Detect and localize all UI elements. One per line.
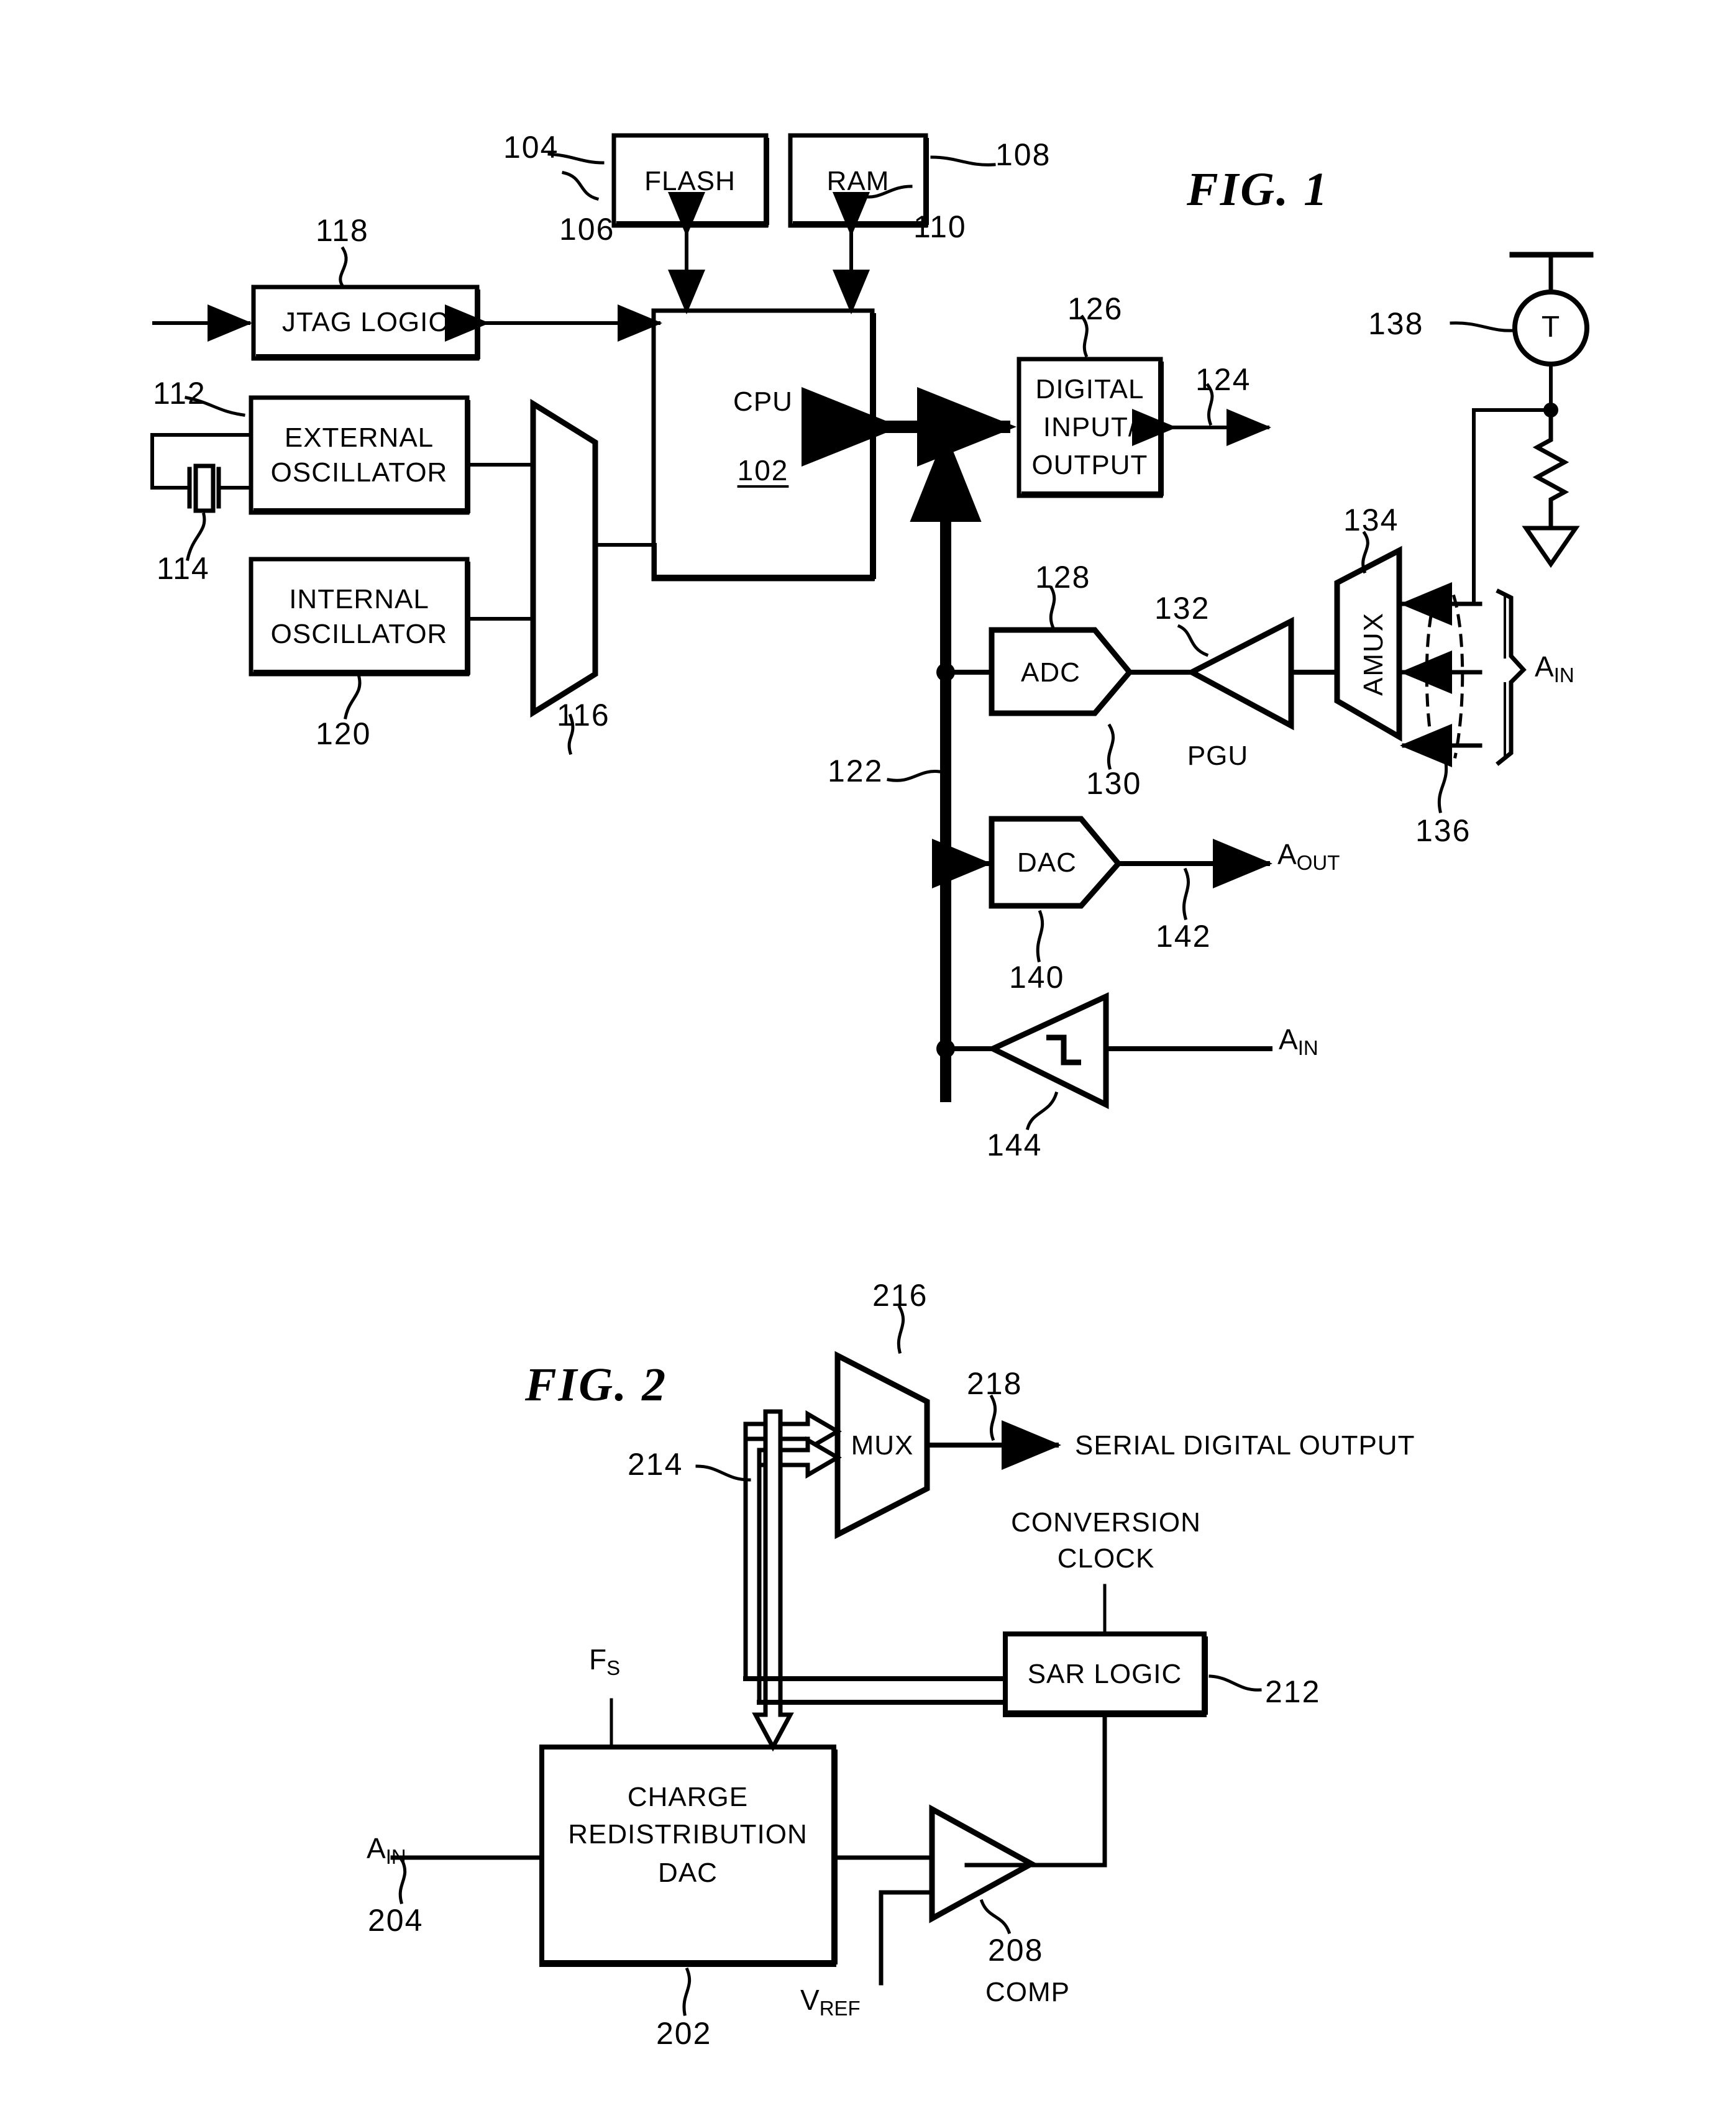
ain-brace [1496,588,1527,766]
ref-208: 208 [988,1933,1044,1968]
ref-124: 124 [1195,362,1251,397]
resistor-symbol [1532,408,1569,531]
digital-io-label-line3: OUTPUT [1031,450,1148,480]
ref-120: 120 [316,716,372,751]
leader-132 [1177,624,1209,657]
cpu-ref-number: 102 [737,454,789,486]
ref-202: 202 [656,2016,712,2051]
ref-122: 122 [828,754,884,788]
dac-label: DAC [1017,847,1077,878]
leader-140 [1036,910,1044,962]
leader-136 [1437,757,1448,813]
vref-input-line [879,1890,934,1986]
cpu-box [651,308,876,582]
charge-redistribution-dac-label-line3: DAC [658,1858,718,1888]
leader-208 [979,1899,1012,1935]
mux-label: MUX [851,1430,914,1461]
leader-142 [1182,867,1190,921]
external-oscillator-label-line1: EXTERNAL [284,422,434,453]
leader-118 [339,246,348,287]
fig2-title: FIG. 2 [525,1359,668,1411]
ground-symbol [1522,526,1580,568]
leader-106 [562,171,600,201]
leader-120 [344,675,362,719]
ref-118: 118 [316,213,369,248]
digital-io-label-line1: DIGITAL [1035,374,1144,404]
amux-ain-label: AIN [1535,650,1574,687]
ref-136: 136 [1415,813,1471,848]
amux-label: AMUX [1358,611,1389,696]
crystal-symbol [150,433,253,513]
leader-214 [695,1464,751,1482]
ref-114: 114 [157,551,210,586]
internal-oscillator-label-line1: INTERNAL [289,584,429,614]
ref-116: 116 [557,698,610,732]
amux-ellipsis-136 [1425,594,1464,759]
clock-mux-shape [530,398,598,718]
ref-126: 126 [1067,291,1123,326]
ref-218: 218 [967,1366,1023,1401]
leader-218 [989,1394,997,1441]
adc-label: ADC [1021,657,1080,688]
leader-202 [682,1967,692,2016]
temperature-sensor-label: T [1541,311,1561,344]
sar-logic-label: SAR LOGIC [1027,1659,1182,1689]
leader-138 [1450,321,1515,332]
leader-212 [1208,1674,1262,1692]
serial-digital-output-label: SERIAL DIGITAL OUTPUT [1075,1430,1415,1461]
ref-112: 112 [153,376,206,411]
ref-134: 134 [1343,503,1399,537]
leader-130 [1107,723,1115,770]
ref-138: 138 [1368,306,1424,341]
cpu-label: CPU [733,386,793,417]
ref-108: 108 [995,137,1051,172]
conversion-clock-label-line2: CLOCK [1057,1543,1155,1574]
ref-128: 128 [1035,560,1091,595]
pgu-amplifier [1186,616,1294,731]
ref-110: 110 [913,209,967,244]
comp-label: COMP [985,1977,1070,2007]
ref-216: 216 [872,1278,928,1313]
charge-redistribution-dac-label-line1: CHARGE [627,1782,749,1812]
vref-label: VREF [800,1984,861,2020]
ref-204: 204 [368,1903,424,1938]
ref-144: 144 [987,1128,1043,1162]
dac-aout-label: AOUT [1277,838,1340,875]
flash-label: FLASH [644,166,736,196]
comparator-144-shape [986,992,1109,1110]
ref-130: 130 [1086,766,1142,801]
leader-144 [1025,1091,1059,1131]
ref-142: 142 [1156,919,1212,954]
pgu-label: PGU [1187,741,1249,771]
ref-214: 214 [628,1447,683,1482]
ref-106: 106 [559,212,615,247]
leader-108 [930,155,996,167]
tsense-to-amux [1472,408,1553,606]
ref-140: 140 [1009,960,1065,995]
charge-redistribution-dac-label-line2: REDISTRIBUTION [568,1819,808,1850]
ref-132: 132 [1154,591,1210,626]
conversion-clock-label-line1: CONVERSION [1011,1507,1201,1538]
jtag-logic-label: JTAG LOGIC [281,307,449,337]
ain-label: AIN [367,1832,406,1869]
ref-104: 104 [503,130,559,165]
external-oscillator-label-line2: OSCILLATOR [270,457,448,488]
comparator-ain-label: AIN [1279,1023,1318,1060]
digital-io-label-line2: INPUT/ [1043,412,1137,442]
ram-label: RAM [826,166,890,196]
leader-122 [887,770,941,782]
ref-212: 212 [1265,1674,1321,1709]
leader-216 [897,1305,905,1354]
fs-label: FS [589,1643,621,1680]
internal-oscillator-label-line2: OSCILLATOR [270,619,448,649]
fig1-title: FIG. 1 [1187,163,1330,216]
